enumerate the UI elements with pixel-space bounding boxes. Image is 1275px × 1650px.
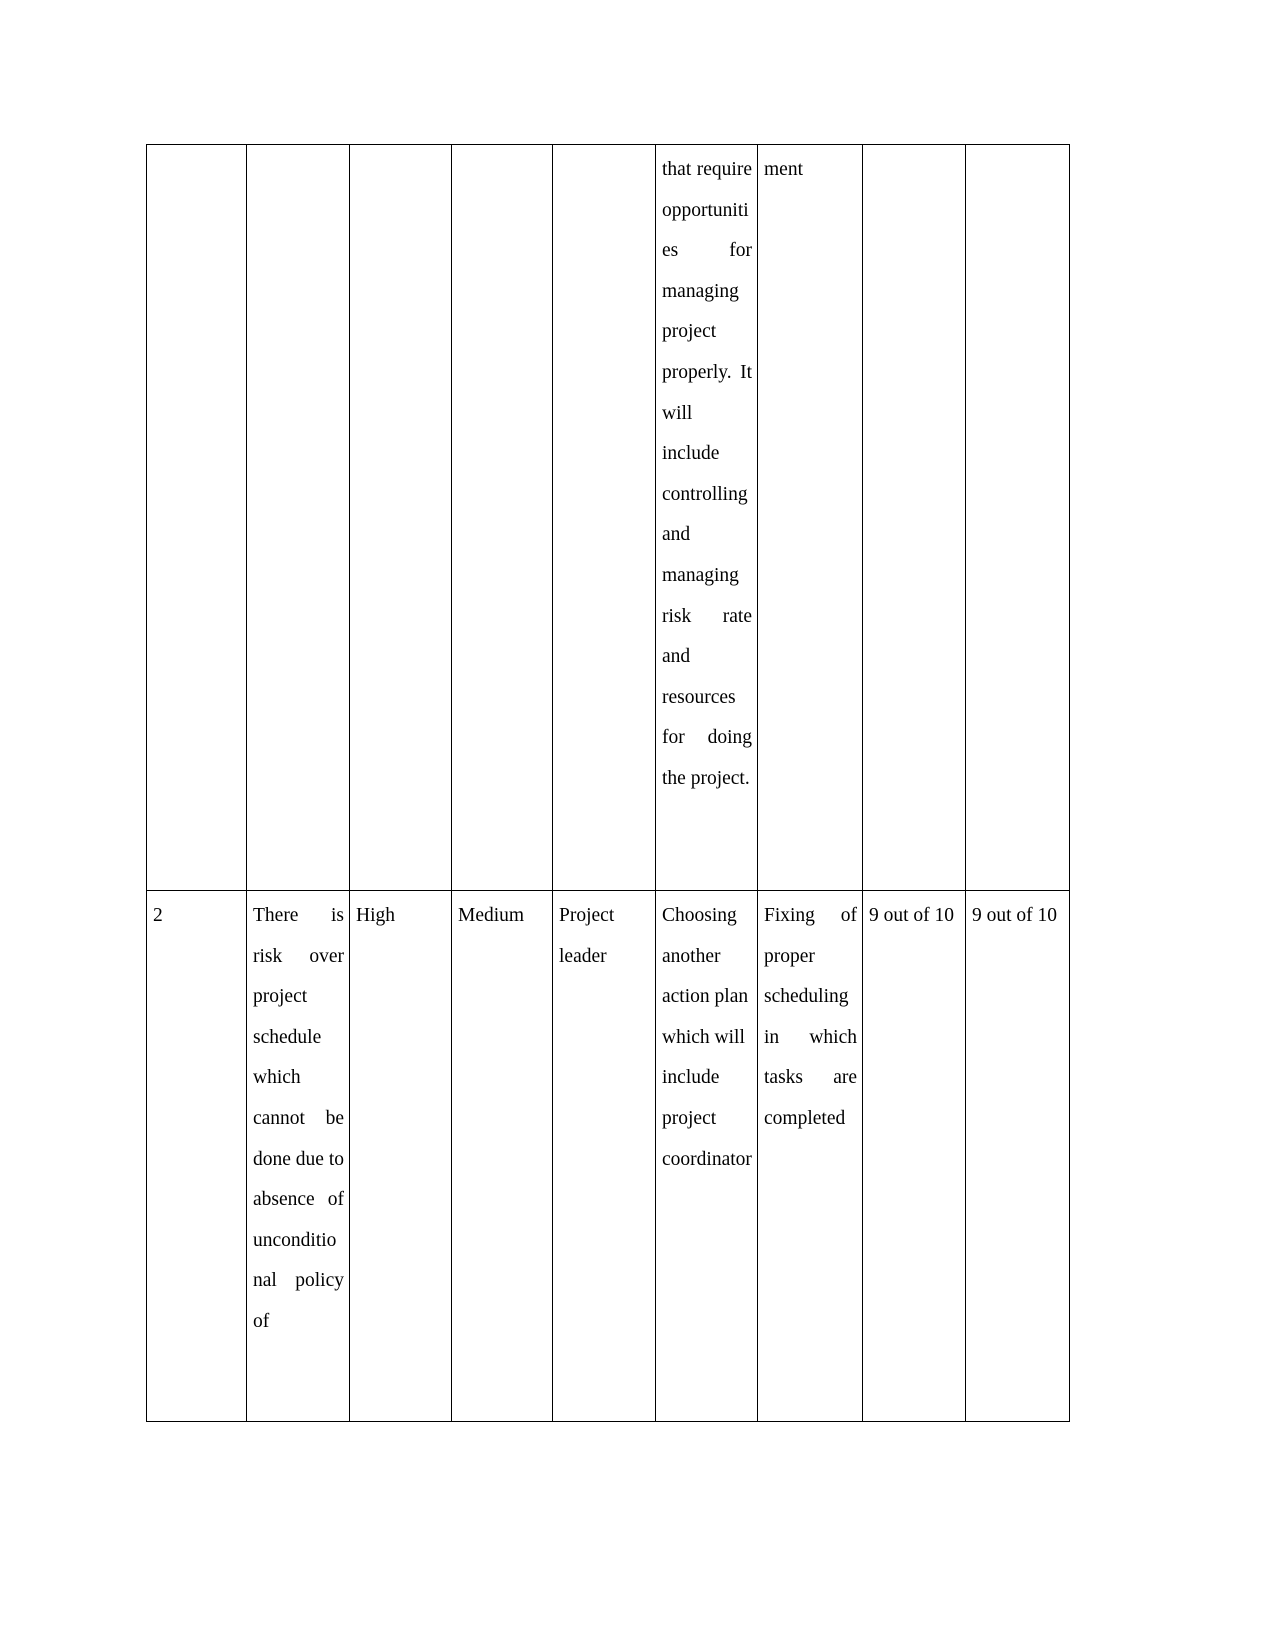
table-row: 2 There is risk over project schedule wh… — [146, 890, 1070, 1422]
cell-sr-no: 2 — [146, 890, 247, 1422]
risk-register-table: that require opportunities for managing … — [146, 144, 1070, 1422]
cell-impact — [349, 144, 452, 891]
cell-mitigation-action: Fixing of proper scheduling in which tas… — [757, 890, 863, 1422]
cell-contingency-plan-text: Choosing another action plan which will … — [662, 905, 752, 1170]
cell-contingency-plan: that require opportunities for managing … — [655, 144, 758, 891]
cell-risk-description-text: There is risk over project schedule whic… — [253, 905, 344, 1332]
cell-rating-before: 9 out of 10 — [862, 890, 966, 1422]
cell-contingency-plan: Choosing another action plan which will … — [655, 890, 758, 1422]
cell-owner: Project leader — [552, 890, 656, 1422]
cell-likelihood: Medium — [451, 890, 553, 1422]
cell-rating-before — [862, 144, 966, 891]
cell-rating-after-text: 9 out of 10 — [972, 905, 1058, 926]
cell-mitigation-action-text: ment — [764, 159, 803, 180]
cell-risk-description: There is risk over project schedule whic… — [246, 890, 350, 1422]
cell-impact: High — [349, 890, 452, 1422]
cell-rating-after: 9 out of 10 — [965, 890, 1070, 1422]
table-row: that require opportunities for managing … — [146, 144, 1070, 891]
risk-register-table-wrapper: that require opportunities for managing … — [146, 144, 1070, 1422]
cell-owner — [552, 144, 656, 891]
cell-impact-text: High — [356, 905, 395, 926]
cell-rating-before-text: 9 out of 10 — [869, 905, 955, 926]
cell-likelihood-text: Medium — [458, 905, 525, 926]
cell-mitigation-action-text: Fixing of proper scheduling in which tas… — [764, 905, 857, 1129]
cell-risk-description — [246, 144, 350, 891]
cell-sr-no — [146, 144, 247, 891]
cell-owner-text: Project leader — [559, 905, 615, 967]
cell-contingency-plan-text: that require opportunities for managing … — [662, 159, 752, 789]
cell-mitigation-action: ment — [757, 144, 863, 891]
document-page: that require opportunities for managing … — [0, 0, 1275, 1650]
cell-likelihood — [451, 144, 553, 891]
cell-sr-no-text: 2 — [153, 905, 163, 926]
cell-rating-after — [965, 144, 1070, 891]
